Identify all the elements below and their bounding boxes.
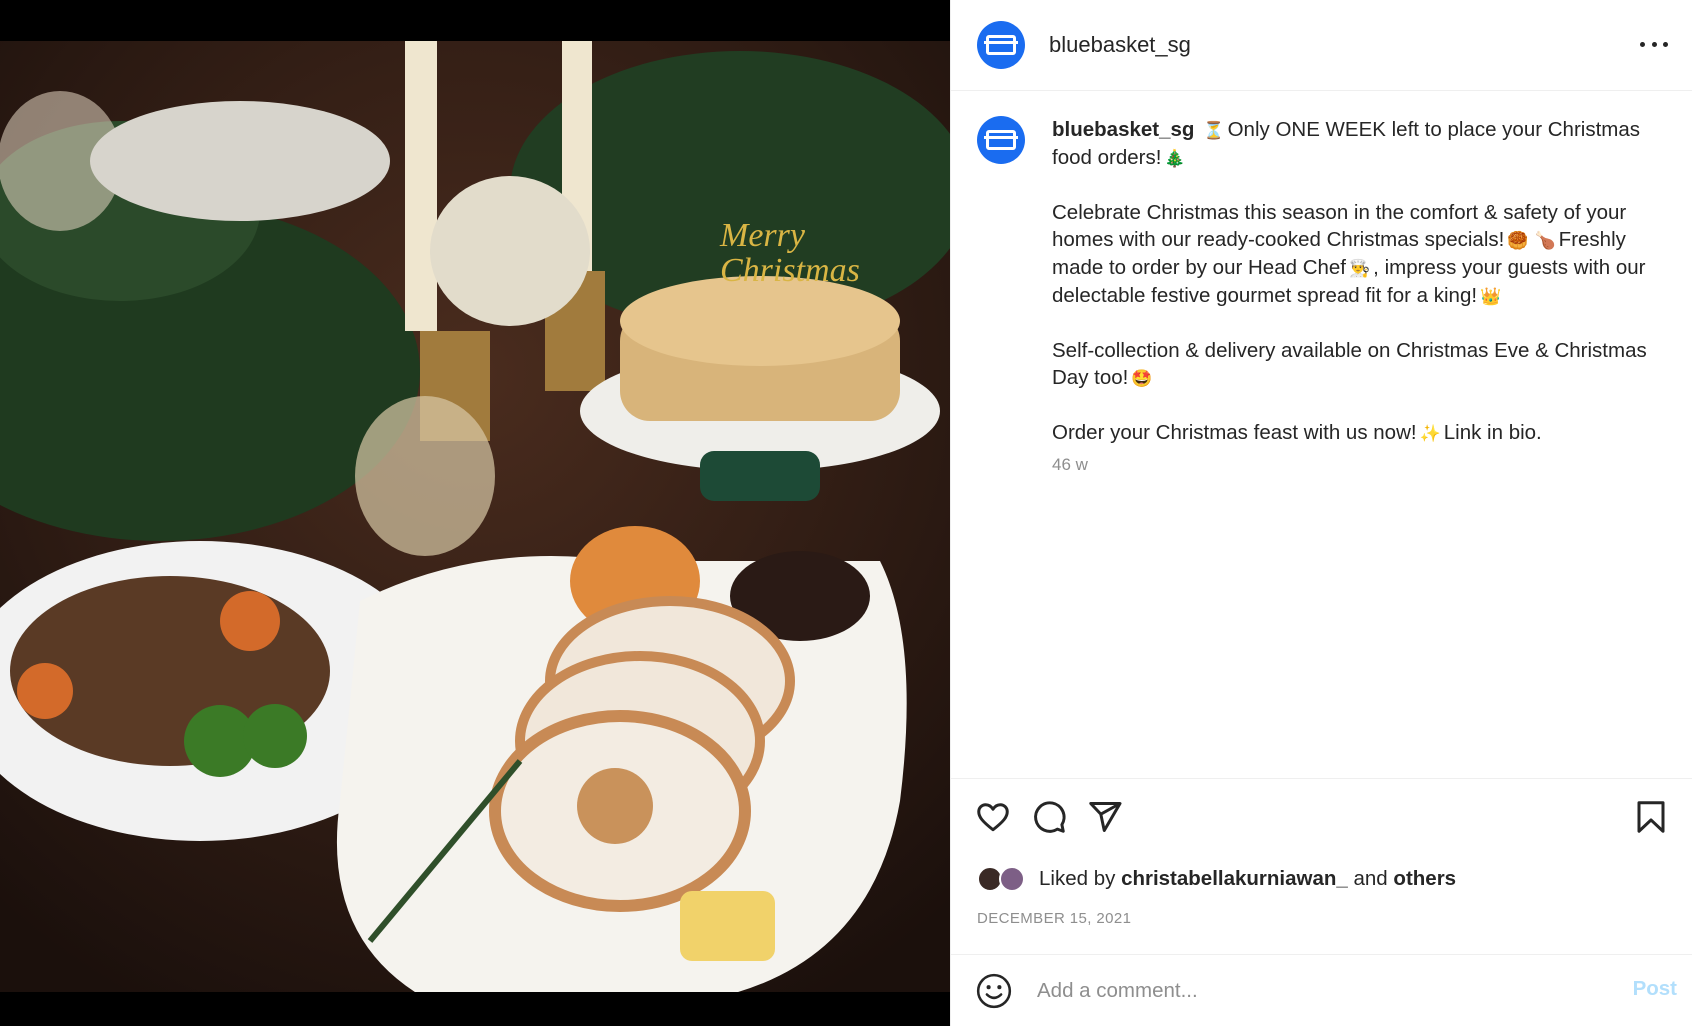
liker-avatars[interactable] xyxy=(977,864,1033,894)
caption-username[interactable]: bluebasket_sg xyxy=(1052,118,1194,141)
more-options-icon[interactable] xyxy=(1637,30,1671,58)
drumstick-icon: 🍗 xyxy=(1534,231,1556,250)
bluebasket-logo-icon[interactable] xyxy=(977,116,1025,164)
post-date[interactable]: DECEMBER 15, 2021 xyxy=(977,910,1131,927)
post-photo[interactable]: Merry Christmas xyxy=(0,41,950,992)
post-age[interactable]: 46 w xyxy=(1052,455,1088,475)
caption-paragraph-4a: Order your Christmas feast with us now! xyxy=(1052,421,1417,444)
liker-username[interactable]: christabellakurniawan_ xyxy=(1121,867,1348,890)
christmas-tree-icon: 🎄 xyxy=(1164,149,1186,168)
instagram-post-view: Merry Christmas bluebasket_sg bluebasket… xyxy=(0,0,1692,1026)
avatar xyxy=(999,866,1025,892)
likes-and: and xyxy=(1353,867,1388,890)
smiley-icon[interactable] xyxy=(975,972,1013,1010)
bookmark-icon[interactable] xyxy=(1633,799,1669,835)
bluebasket-logo-icon[interactable] xyxy=(977,21,1025,69)
chef-icon: 👨‍🍳 xyxy=(1349,259,1371,278)
comment-input[interactable] xyxy=(1037,975,1557,1007)
likes-text: Liked by christabellakurniawan_ and othe… xyxy=(1039,867,1456,891)
post-caption: bluebasket_sg ⏳ Only ONE WEEK left to plac… xyxy=(951,92,1692,778)
likes-others-link[interactable]: others xyxy=(1393,867,1456,890)
post-media: Merry Christmas xyxy=(0,0,950,1026)
cake-topper-text-2: Christmas xyxy=(720,252,860,289)
comment-bubble-icon[interactable] xyxy=(1031,799,1067,835)
post-comment-button[interactable]: Post xyxy=(1633,977,1677,1001)
post-actions xyxy=(951,778,1692,843)
post-sidebar: bluebasket_sg bluebasket_sg ⏳ Only ONE WEE… xyxy=(950,0,1692,1026)
caption-text: bluebasket_sg ⏳ Only ONE WEEK left to plac… xyxy=(1052,116,1652,447)
heart-icon[interactable] xyxy=(975,799,1011,835)
header-username[interactable]: bluebasket_sg xyxy=(1049,32,1191,58)
sparkles-icon: ✨ xyxy=(1419,424,1441,443)
caption-paragraph-4b: Link in bio. xyxy=(1443,421,1542,444)
likes-summary: Liked by christabellakurniawan_ and othe… xyxy=(977,864,1456,894)
likes-prefix: Liked by xyxy=(1039,867,1116,890)
star-eyes-icon: 🤩 xyxy=(1131,369,1153,388)
mooncake-icon: 🥮 xyxy=(1507,231,1529,250)
christmas-feast-image: Merry Christmas xyxy=(0,41,950,992)
cake-topper-text: Merry xyxy=(719,217,806,254)
paper-plane-icon[interactable] xyxy=(1087,799,1123,835)
hourglass-icon: ⏳ xyxy=(1203,121,1225,140)
crown-icon: 👑 xyxy=(1480,287,1502,306)
comment-bar: Post xyxy=(951,954,1692,1026)
post-header: bluebasket_sg xyxy=(951,0,1692,91)
